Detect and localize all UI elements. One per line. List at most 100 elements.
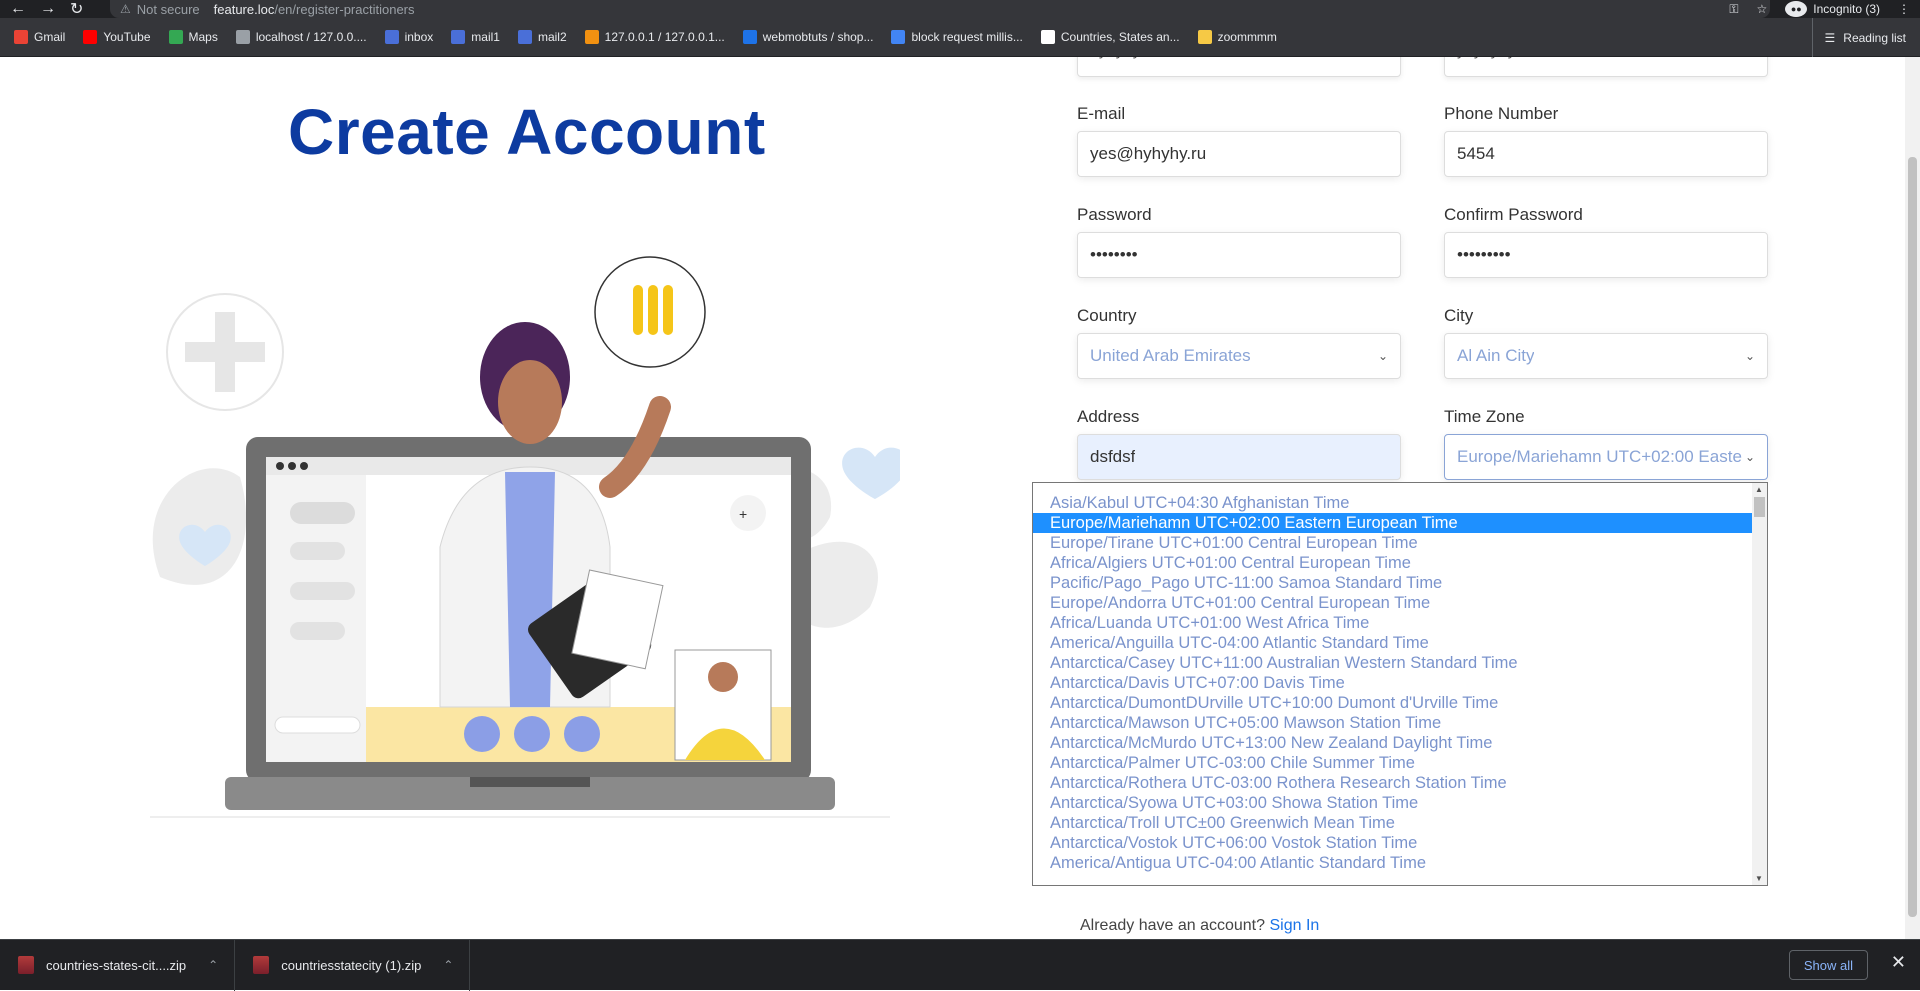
svg-text:+: + [739, 506, 747, 522]
star-icon[interactable]: ☆ [1757, 2, 1768, 16]
github-icon [1040, 30, 1055, 44]
google-icon [891, 30, 906, 44]
timezone-option[interactable]: Europe/Andorra UTC+01:00 Central Europea… [1033, 593, 1753, 613]
address-input[interactable]: dsfdsf [1077, 434, 1401, 480]
bookmark-item[interactable]: YouTube [83, 30, 151, 44]
first-name-input[interactable]: hyhyhyh [1077, 57, 1401, 77]
timezone-option[interactable]: Africa/Luanda UTC+01:00 West Africa Time [1033, 613, 1753, 633]
country-value: United Arab Emirates [1090, 346, 1251, 365]
password-label: Password [1077, 205, 1152, 224]
warning-icon: ⚠ [120, 2, 131, 16]
confirm-password-label: Confirm Password [1444, 205, 1583, 224]
bookmark-item[interactable]: zoommmm [1197, 30, 1277, 44]
bookmark-item[interactable]: block request millis... [891, 30, 1023, 44]
incognito-indicator[interactable]: ●● Incognito (3) [1785, 1, 1880, 17]
forward-arrow-icon[interactable]: → [40, 0, 56, 18]
country-select[interactable]: United Arab Emirates ⌄ [1077, 333, 1401, 379]
bookmark-label: mail1 [471, 30, 500, 44]
last-name-input[interactable]: yhyhyhyh [1444, 57, 1768, 77]
password-input[interactable]: •••••••• [1077, 232, 1401, 278]
download-item[interactable]: countriesstatecity (1).zip ⌃ [235, 939, 471, 991]
phone-label: Phone Number [1444, 104, 1559, 123]
timezone-select[interactable]: Europe/Mariehamn UTC+02:00 Eastern Europ… [1444, 434, 1768, 480]
timezone-option[interactable]: Europe/Mariehamn UTC+02:00 Eastern Europ… [1033, 513, 1753, 533]
bookmark-item[interactable]: mail2 [517, 30, 567, 44]
bookmark-item[interactable]: mail1 [451, 30, 500, 44]
already-text: Already have an account? [1080, 917, 1266, 934]
download-item[interactable]: countries-states-cit....zip ⌃ [0, 939, 236, 991]
timezone-option[interactable]: America/Anguilla UTC-04:00 Atlantic Stan… [1033, 633, 1753, 653]
globe-icon [235, 30, 250, 44]
bookmark-item[interactable]: webmobtuts / shop... [742, 30, 873, 44]
timezone-option[interactable]: Antarctica/DumontDUrville UTC+10:00 Dumo… [1033, 693, 1753, 713]
timezone-option[interactable]: Antarctica/Troll UTC±00 Greenwich Mean T… [1033, 813, 1753, 833]
timezone-option[interactable]: Antarctica/Palmer UTC-03:00 Chile Summer… [1033, 753, 1753, 773]
bookmark-item[interactable]: inbox [384, 30, 433, 44]
key-icon[interactable]: ⚿ [1729, 2, 1738, 17]
bookmark-item[interactable]: localhost / 127.0.0.... [235, 30, 367, 44]
email-input[interactable]: yes@hyhyhy.ru [1077, 131, 1401, 177]
dropdown-scrollbar[interactable]: ▲ ▼ [1752, 483, 1767, 885]
timezone-option[interactable]: Asia/Kabul UTC+04:30 Afghanistan Time [1033, 493, 1753, 513]
timezone-option[interactable]: Antarctica/McMurdo UTC+13:00 New Zealand… [1033, 733, 1753, 753]
chevron-up-icon[interactable]: ⌃ [208, 958, 218, 972]
laravel-icon [742, 30, 757, 44]
city-value: Al Ain City [1457, 346, 1535, 365]
mail-icon [451, 30, 466, 44]
reading-list-button[interactable]: ☰ Reading list [1811, 18, 1906, 57]
mail-icon [384, 30, 399, 44]
downloads-bar: countries-states-cit....zip ⌃ countriessta… [0, 939, 1920, 991]
confirm-password-input[interactable]: ••••••••• [1444, 232, 1768, 278]
timezone-option[interactable]: Antarctica/Rothera UTC-03:00 Rothera Res… [1033, 773, 1753, 793]
download-filename: countriesstatecity (1).zip [281, 957, 422, 973]
dropdown-scroll-thumb[interactable] [1754, 497, 1765, 517]
bookmark-item[interactable]: 127.0.0.1 / 127.0.0.1... [584, 30, 725, 44]
folder-icon [1197, 30, 1212, 44]
bookmark-item[interactable]: Maps [168, 30, 218, 44]
timezone-option[interactable]: Antarctica/Davis UTC+07:00 Davis Time [1033, 673, 1753, 693]
show-all-downloads-button[interactable]: Show all [1788, 950, 1868, 980]
telemedicine-illustration: + [150, 256, 900, 818]
bookmark-label: mail2 [537, 30, 567, 44]
pma-icon [584, 30, 599, 44]
bookmark-item[interactable]: Gmail [14, 30, 65, 44]
timezone-option[interactable]: Antarctica/Casey UTC+11:00 Australian We… [1033, 653, 1753, 673]
page-scrollbar[interactable] [1905, 57, 1920, 939]
already-account: Already have an account? Sign In [1080, 917, 1319, 935]
timezone-option[interactable]: Pacific/Pago_Pago UTC-11:00 Samoa Standa… [1033, 573, 1753, 593]
chevron-down-icon: ⌄ [1744, 450, 1755, 464]
timezone-option[interactable]: Antarctica/Syowa UTC+03:00 Showa Station… [1033, 793, 1753, 813]
back-arrow-icon[interactable]: ← [10, 0, 26, 18]
close-icon[interactable]: ✕ [1891, 952, 1906, 973]
timezone-value: Europe/Mariehamn UTC+02:00 Eastern Europ… [1457, 447, 1742, 466]
chevron-up-icon[interactable]: ⌃ [443, 958, 453, 972]
scroll-up-icon[interactable]: ▲ [1755, 485, 1763, 494]
city-select[interactable]: Al Ain City ⌄ [1444, 333, 1768, 379]
reload-icon[interactable]: ↻ [70, 0, 83, 19]
incognito-icon: ●● [1785, 1, 1808, 17]
timezone-option[interactable]: Antarctica/Mawson UTC+05:00 Mawson Stati… [1033, 713, 1753, 733]
sign-in-link[interactable]: Sign In [1269, 917, 1319, 934]
timezone-option[interactable]: Antarctica/Vostok UTC+06:00 Vostok Stati… [1033, 833, 1753, 853]
phone-value: 5454 [1457, 144, 1495, 163]
gmail-icon [14, 30, 28, 44]
bookmark-label: 127.0.0.1 / 127.0.0.1... [604, 30, 725, 44]
timezone-dropdown[interactable]: Asia/Kabul UTC+04:30 Afghanistan Time Eur… [1032, 482, 1768, 886]
menu-kebab-icon[interactable]: ⋮ [1898, 2, 1910, 16]
page-title: Create Account [288, 96, 766, 168]
scrollbar-thumb[interactable] [1908, 157, 1917, 917]
url-path: /en/register-practitioners [274, 1, 415, 17]
timezone-option[interactable]: Africa/Algiers UTC+01:00 Central Europea… [1033, 553, 1753, 573]
country-label: Country [1077, 306, 1137, 325]
timezone-option[interactable]: America/Antigua UTC-04:00 Atlantic Stand… [1033, 853, 1753, 873]
browser-toolbar: ← → ↻ ⚠ Not secure feature.loc /en/regis… [0, 0, 1920, 18]
bookmark-label: Countries, States an... [1060, 30, 1180, 44]
bookmark-item[interactable]: Countries, States an... [1040, 30, 1180, 44]
phone-input[interactable]: 5454 [1444, 131, 1768, 177]
chevron-down-icon: ⌄ [1377, 349, 1388, 363]
timezone-option[interactable]: Europe/Tirane UTC+01:00 Central European… [1033, 533, 1753, 553]
address-bar[interactable]: ⚠ Not secure feature.loc /en/register-pr… [110, 0, 1770, 18]
address-label: Address [1077, 407, 1140, 426]
scroll-down-icon[interactable]: ▼ [1755, 874, 1763, 883]
bookmark-label: block request millis... [911, 30, 1023, 44]
